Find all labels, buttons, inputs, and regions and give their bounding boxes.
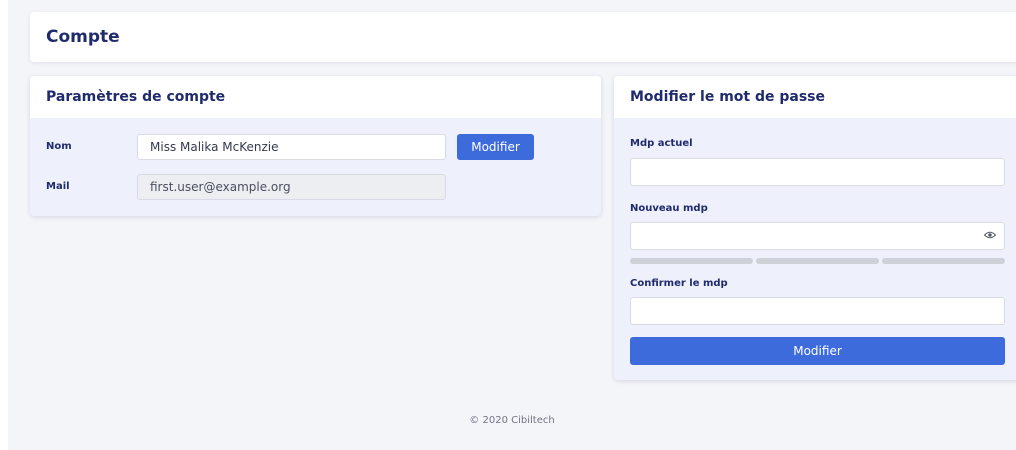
password-change-card: Modifier le mot de passe Mdp actuel Nouv…	[614, 76, 1016, 380]
strength-segment	[630, 258, 753, 264]
mail-field: first.user@example.org	[137, 174, 446, 200]
app-background: Compte Paramètres de compte Nom Miss Mal…	[8, 0, 1016, 450]
password-change-title: Modifier le mot de passe	[630, 89, 825, 105]
new-password-label: Nouveau mdp	[630, 203, 708, 214]
confirm-password-input[interactable]	[630, 297, 1005, 325]
page-title: Compte	[46, 27, 120, 47]
name-input[interactable]: Miss Malika McKenzie	[137, 134, 446, 160]
new-password-input[interactable]	[630, 222, 1005, 250]
confirm-password-label: Confirmer le mdp	[630, 278, 728, 289]
eye-icon[interactable]	[984, 231, 996, 239]
modify-name-button[interactable]: Modifier	[457, 134, 534, 160]
page-header: Compte	[30, 12, 1016, 62]
current-password-label: Mdp actuel	[630, 138, 693, 149]
account-settings-header: Paramètres de compte	[30, 76, 601, 118]
account-settings-card: Paramètres de compte Nom Miss Malika McK…	[30, 76, 601, 216]
password-strength-meter	[630, 258, 1005, 264]
strength-segment	[882, 258, 1005, 264]
account-settings-title: Paramètres de compte	[46, 89, 226, 105]
change-password-button[interactable]: Modifier	[630, 337, 1005, 365]
mail-label: Mail	[46, 181, 70, 192]
strength-segment	[756, 258, 879, 264]
name-label: Nom	[46, 141, 72, 152]
current-password-input[interactable]	[630, 158, 1005, 186]
footer-copyright: © 2020 Cibiltech	[469, 415, 555, 426]
password-change-header: Modifier le mot de passe	[614, 76, 1016, 118]
